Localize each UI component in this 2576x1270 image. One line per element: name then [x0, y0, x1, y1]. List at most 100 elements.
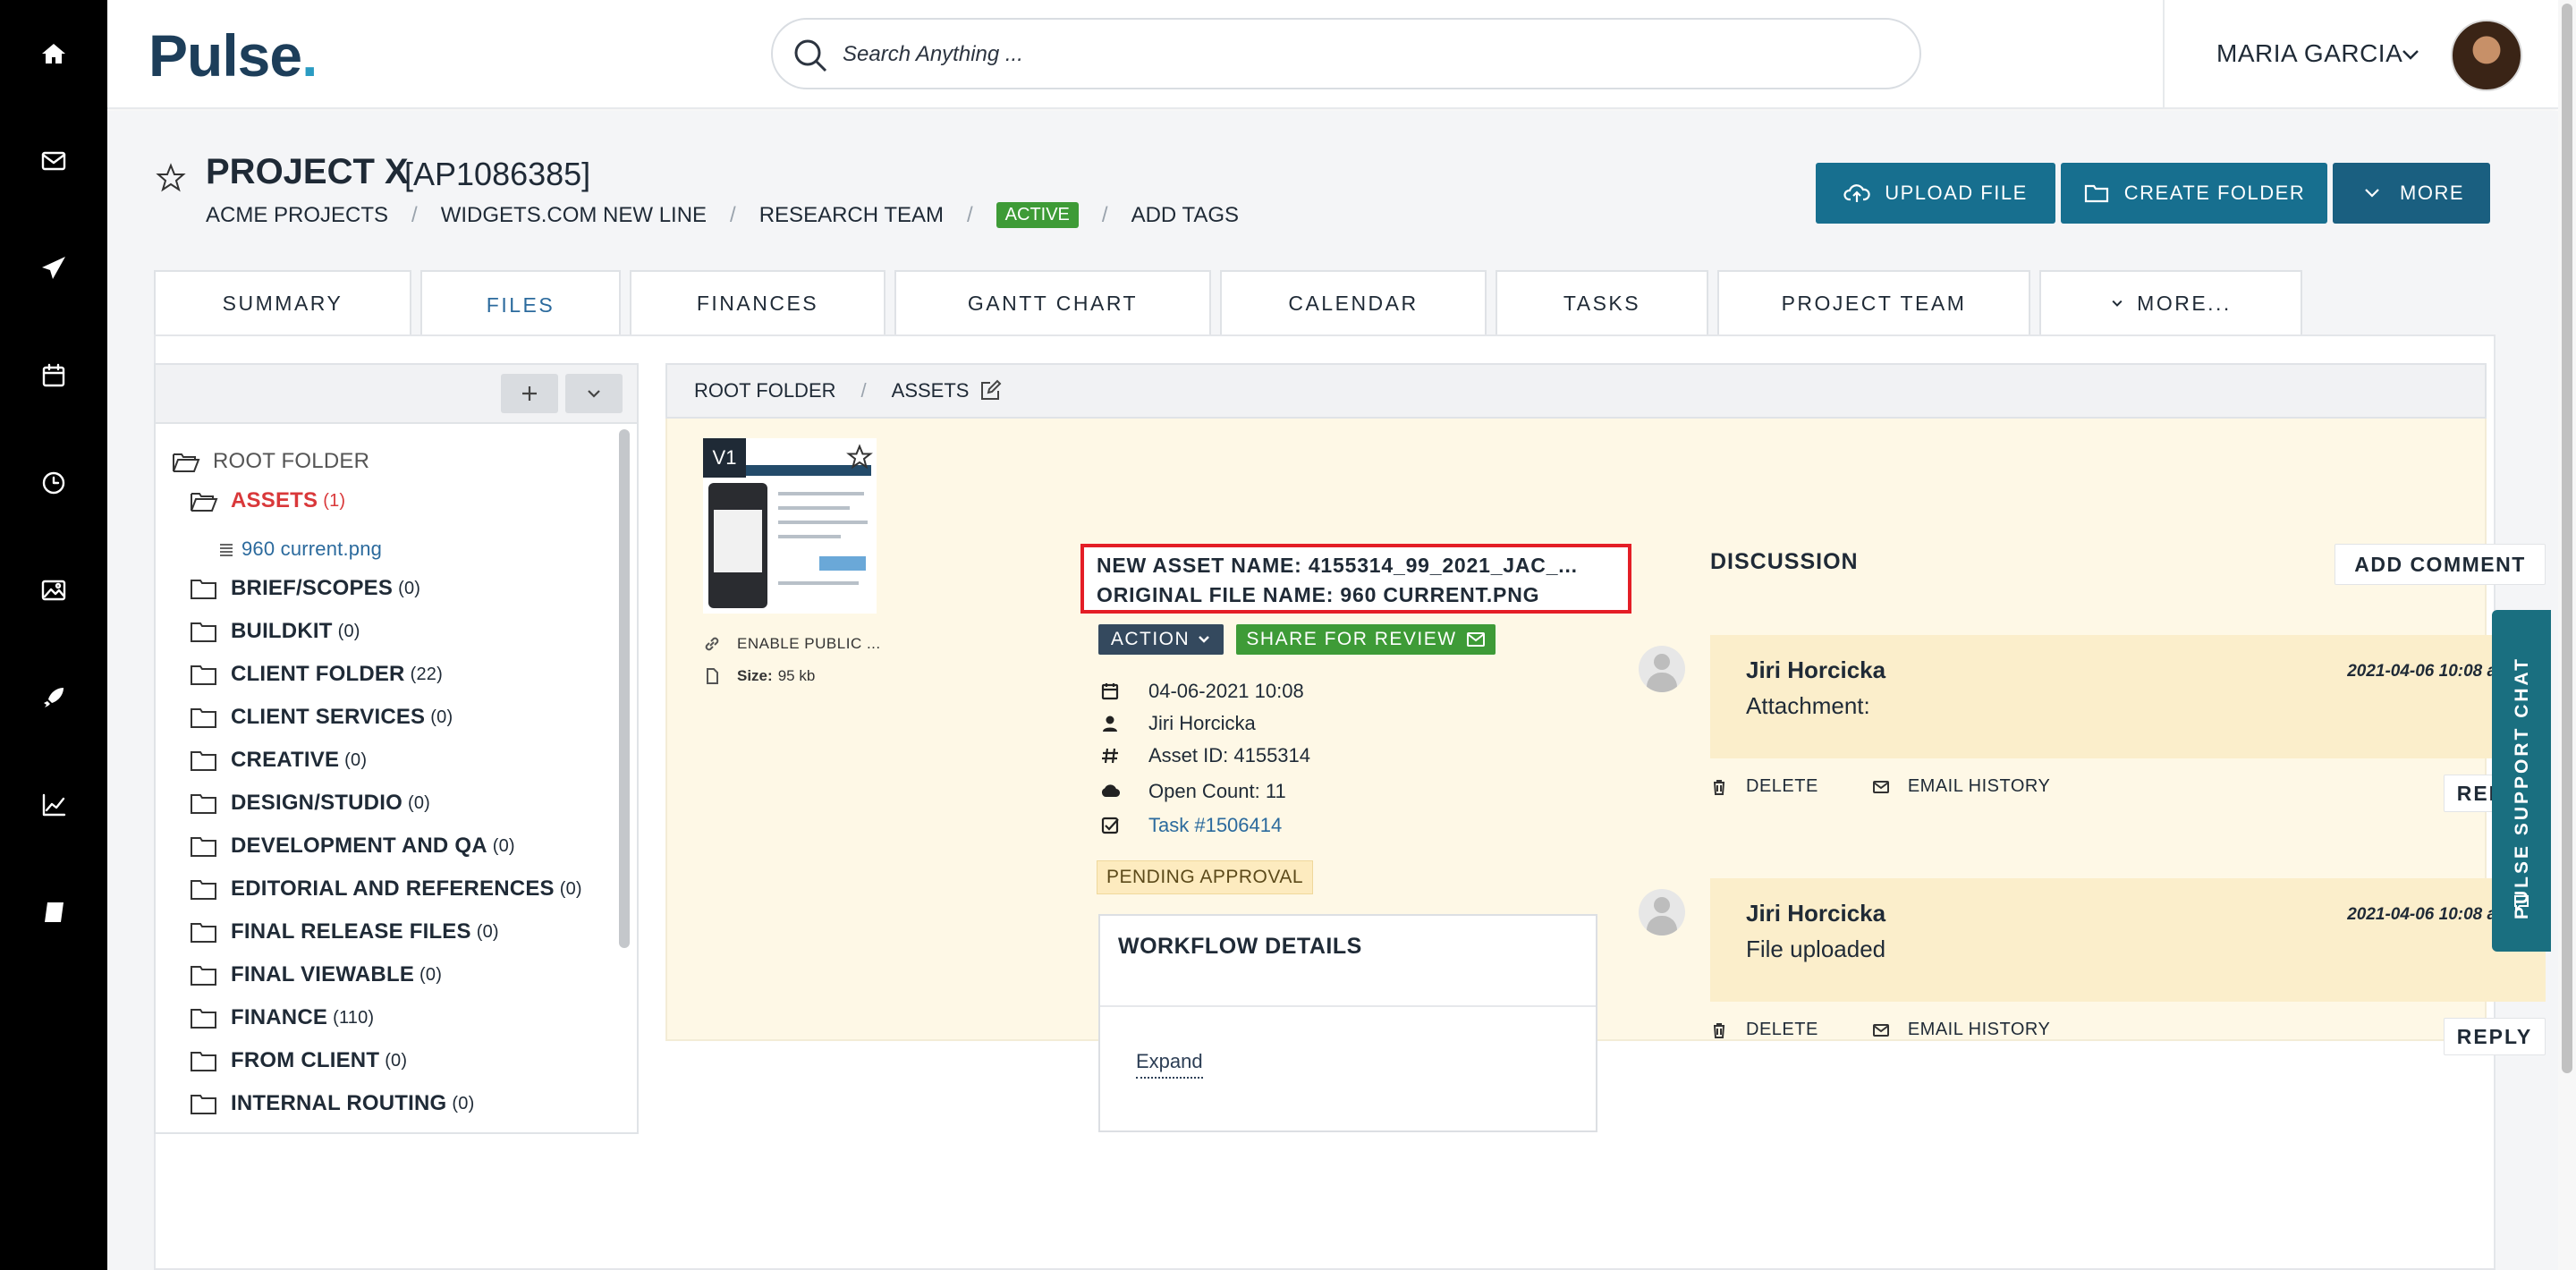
- breadcrumb-widgets[interactable]: WIDGETS.COM NEW LINE: [441, 203, 707, 228]
- original-file-name: ORIGINAL FILE NAME: 960 CURRENT.PNG: [1097, 583, 1540, 606]
- pending-approval-badge: PENDING APPROVAL: [1097, 860, 1314, 894]
- more-button[interactable]: MORE: [2333, 163, 2490, 224]
- tab-gantt-chart[interactable]: GANTT CHART: [894, 270, 1211, 334]
- asset-id-value: Asset ID: 4155314: [1148, 744, 1311, 766]
- support-chat-tab[interactable]: PULSE SUPPORT CHAT: [2492, 610, 2551, 952]
- folder-icon: [191, 880, 216, 900]
- email-history-button[interactable]: EMAIL HISTORY: [1872, 776, 2051, 797]
- folder-item[interactable]: CREATIVE (0): [190, 742, 367, 778]
- asset-task-link[interactable]: Task #1506414: [1148, 814, 1282, 837]
- tab-files[interactable]: FILES: [420, 270, 621, 338]
- search-icon: [794, 39, 827, 72]
- folder-item[interactable]: FINAL RELEASE FILES (0): [190, 914, 499, 950]
- mail-icon[interactable]: [0, 134, 107, 188]
- folder-count: (0): [344, 749, 368, 770]
- tab-project-team[interactable]: PROJECT TEAM: [1717, 270, 2030, 334]
- calendar-icon[interactable]: [0, 349, 107, 402]
- reply-button[interactable]: REPLY: [2444, 1018, 2546, 1055]
- image-icon[interactable]: [0, 563, 107, 617]
- chevron-down-icon[interactable]: [2399, 43, 2422, 66]
- folder-item[interactable]: FINAL VIEWABLE (0): [190, 957, 442, 993]
- folder-item[interactable]: DEVELOPMENT AND QA (0): [190, 828, 515, 864]
- chevron-down-icon: [1199, 636, 1210, 643]
- tab-more[interactable]: MORE...: [2039, 270, 2302, 334]
- folder-open-icon: [173, 453, 200, 472]
- asset-task[interactable]: Task #1506414: [1100, 814, 1282, 837]
- tree-scrollbar[interactable]: [617, 422, 631, 1057]
- breadcrumb-separator: /: [860, 379, 867, 402]
- action-label: ACTION: [1110, 629, 1191, 649]
- folder-label: BRIEF/SCOPES: [231, 576, 394, 600]
- search-input[interactable]: [843, 34, 1871, 75]
- folder-item[interactable]: DESIGN/STUDIO (0): [190, 785, 430, 821]
- tab-tasks[interactable]: TASKS: [1496, 270, 1708, 334]
- left-sidebar: [0, 0, 107, 1270]
- tree-scrollbar-thumb[interactable]: [619, 429, 630, 948]
- global-search[interactable]: [771, 18, 1921, 89]
- user-avatar[interactable]: [2451, 20, 2522, 91]
- page-scrollbar[interactable]: [2558, 0, 2576, 1270]
- folder-icon: [191, 923, 216, 943]
- tree-toolbar: [156, 365, 637, 424]
- folder-item[interactable]: BRIEF/SCOPES (0): [190, 571, 420, 606]
- enable-public-link[interactable]: ENABLE PUBLIC ...: [703, 635, 881, 653]
- send-icon[interactable]: [0, 241, 107, 295]
- pulse-logo[interactable]: Pulse.: [148, 21, 318, 89]
- comment-date: 2021-04-06 10:08 am: [2347, 662, 2512, 681]
- breadcrumb-research-team[interactable]: RESEARCH TEAM: [759, 203, 944, 228]
- book-icon[interactable]: [0, 885, 107, 939]
- folder-item[interactable]: FROM CLIENT (0): [190, 1043, 407, 1079]
- email-history-button[interactable]: EMAIL HISTORY: [1872, 1020, 2051, 1040]
- tab-finances[interactable]: FINANCES: [630, 270, 886, 334]
- folder-count: (0): [430, 707, 453, 727]
- add-folder-button[interactable]: [501, 374, 558, 413]
- star-icon[interactable]: [846, 444, 873, 470]
- email-history-label: EMAIL HISTORY: [1907, 776, 2051, 796]
- tab-summary[interactable]: SUMMARY: [154, 270, 411, 334]
- folder-item[interactable]: FINANCE (110): [190, 1000, 374, 1036]
- chat-icon: [2514, 895, 2529, 912]
- rocket-icon[interactable]: [0, 671, 107, 724]
- clock-icon[interactable]: [0, 456, 107, 510]
- page-scrollbar-thumb[interactable]: [2562, 4, 2572, 1073]
- project-code: [AP1086385]: [404, 156, 591, 192]
- new-asset-name: NEW ASSET NAME: 4155314_99_2021_JAC_...: [1097, 554, 1578, 577]
- folder-label: FINAL RELEASE FILES: [231, 919, 471, 944]
- folder-item[interactable]: CLIENT FOLDER (22): [190, 656, 443, 692]
- tab-calendar[interactable]: CALENDAR: [1220, 270, 1487, 334]
- folder-item[interactable]: CLIENT SERVICES (0): [190, 699, 453, 735]
- folder-icon: [191, 580, 216, 599]
- create-folder-button[interactable]: CREATE FOLDER: [2061, 163, 2327, 224]
- upload-file-button[interactable]: UPLOAD FILE: [1816, 163, 2055, 224]
- action-dropdown-button[interactable]: ACTION: [1098, 624, 1224, 655]
- breadcrumb: ACME PROJECTS / WIDGETS.COM NEW LINE / R…: [206, 202, 1239, 228]
- folder-root[interactable]: ROOT FOLDER: [172, 444, 369, 479]
- user-menu-name[interactable]: MARIA GARCIA: [2216, 39, 2402, 68]
- favorite-star-icon[interactable]: [156, 163, 186, 193]
- asset-name-box: NEW ASSET NAME: 4155314_99_2021_JAC_... …: [1080, 544, 1631, 614]
- add-comment-button[interactable]: ADD COMMENT: [2334, 544, 2546, 585]
- add-tags-link[interactable]: ADD TAGS: [1131, 203, 1239, 228]
- folder-item[interactable]: EDITORIAL AND REFERENCES (0): [190, 871, 582, 907]
- delete-comment-button[interactable]: DELETE: [1710, 1020, 1818, 1040]
- asset-owner: Jiri Horcicka: [1100, 712, 1256, 735]
- folder-label: BUILDKIT: [231, 619, 333, 643]
- workflow-expand-link[interactable]: Expand: [1136, 1050, 1203, 1079]
- folder-count: (0): [398, 578, 421, 598]
- chart-icon[interactable]: [0, 778, 107, 832]
- file-item[interactable]: 960 current.png: [216, 531, 382, 567]
- breadcrumb-acme-projects[interactable]: ACME PROJECTS: [206, 203, 388, 228]
- comment-text: Attachment:: [1746, 692, 1870, 719]
- share-for-review-button[interactable]: SHARE FOR REVIEW: [1236, 624, 1496, 655]
- home-icon[interactable]: [0, 27, 107, 80]
- folder-item[interactable]: BUILDKIT (0): [190, 614, 360, 649]
- asset-breadcrumb-current[interactable]: ASSETS: [892, 379, 970, 402]
- folder-assets[interactable]: ASSETS (1): [190, 483, 345, 519]
- asset-breadcrumb-root[interactable]: ROOT FOLDER: [694, 379, 836, 402]
- tree-options-button[interactable]: [565, 374, 623, 413]
- folder-item[interactable]: INTERNAL ROUTING (0): [190, 1086, 474, 1122]
- delete-comment-button[interactable]: DELETE: [1710, 776, 1818, 797]
- status-badge[interactable]: ACTIVE: [996, 202, 1079, 228]
- asset-thumbnail[interactable]: V1: [703, 438, 877, 614]
- edit-icon[interactable]: [978, 378, 1003, 403]
